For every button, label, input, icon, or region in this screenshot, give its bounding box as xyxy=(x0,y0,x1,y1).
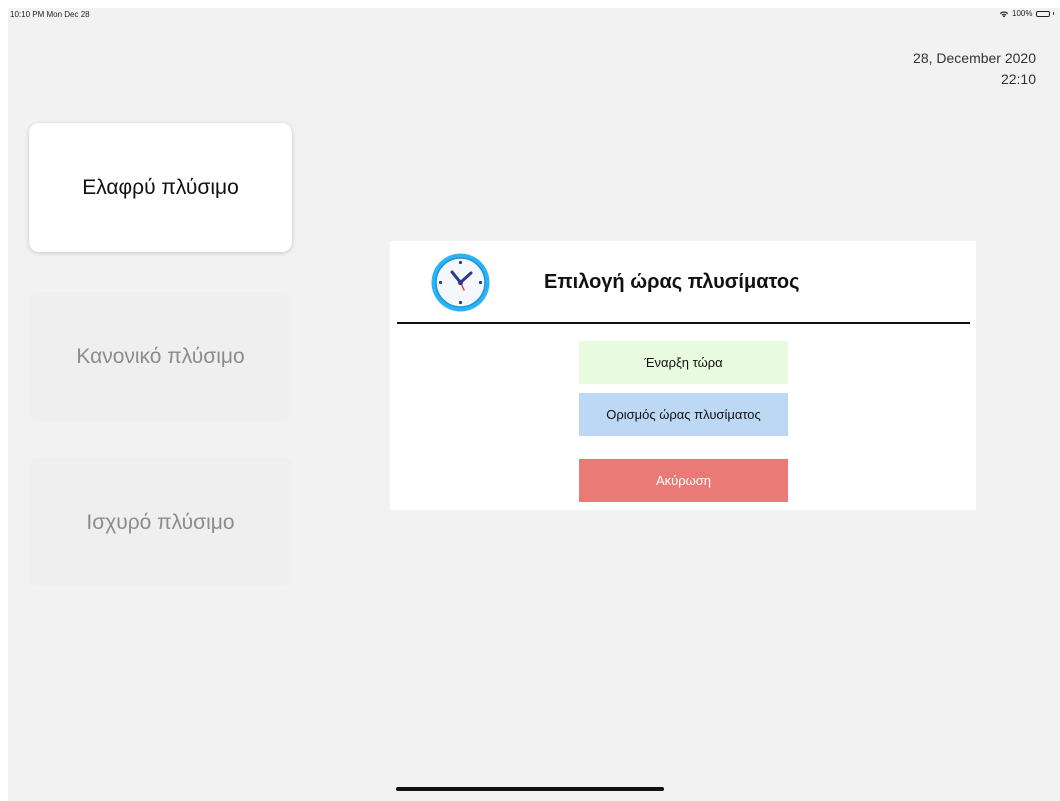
dialog-divider xyxy=(397,322,970,324)
wifi-icon xyxy=(999,10,1009,18)
current-date: 28, December 2020 xyxy=(913,50,1036,66)
clock-icon xyxy=(430,252,491,313)
current-time: 22:10 xyxy=(1000,71,1036,87)
wash-mode-strong[interactable]: Ισχυρό πλύσιμο xyxy=(29,458,292,587)
battery-nub xyxy=(1052,12,1054,15)
battery-icon xyxy=(1035,10,1050,17)
status-time-date: 10:10 PM Mon Dec 28 xyxy=(10,10,90,19)
status-bar-indicators: 100% xyxy=(999,9,1054,18)
wash-mode-normal[interactable]: Κανονικό πλύσιμο xyxy=(29,292,292,421)
wash-time-dialog: Επιλογή ώρας πλυσίματος Έναρξη τώρα Ορισ… xyxy=(390,241,976,510)
wash-mode-light[interactable]: Ελαφρύ πλύσιμο xyxy=(29,123,292,252)
battery-percent: 100% xyxy=(1012,9,1033,18)
dialog-title: Επιλογή ώρας πλυσίματος xyxy=(544,271,800,293)
set-wash-time-button[interactable]: Ορισμός ώρας πλυσίματος xyxy=(579,393,788,436)
date-time-display: 28, December 2020 22:10 xyxy=(913,48,1036,90)
app-screen: 10:10 PM Mon Dec 28 100% 28, December 20… xyxy=(8,8,1060,801)
home-indicator[interactable] xyxy=(396,787,664,791)
dialog-header: Επιλογή ώρας πλυσίματος xyxy=(390,241,976,325)
start-now-button[interactable]: Έναρξη τώρα xyxy=(579,341,788,384)
cancel-button[interactable]: Ακύρωση xyxy=(579,459,788,502)
